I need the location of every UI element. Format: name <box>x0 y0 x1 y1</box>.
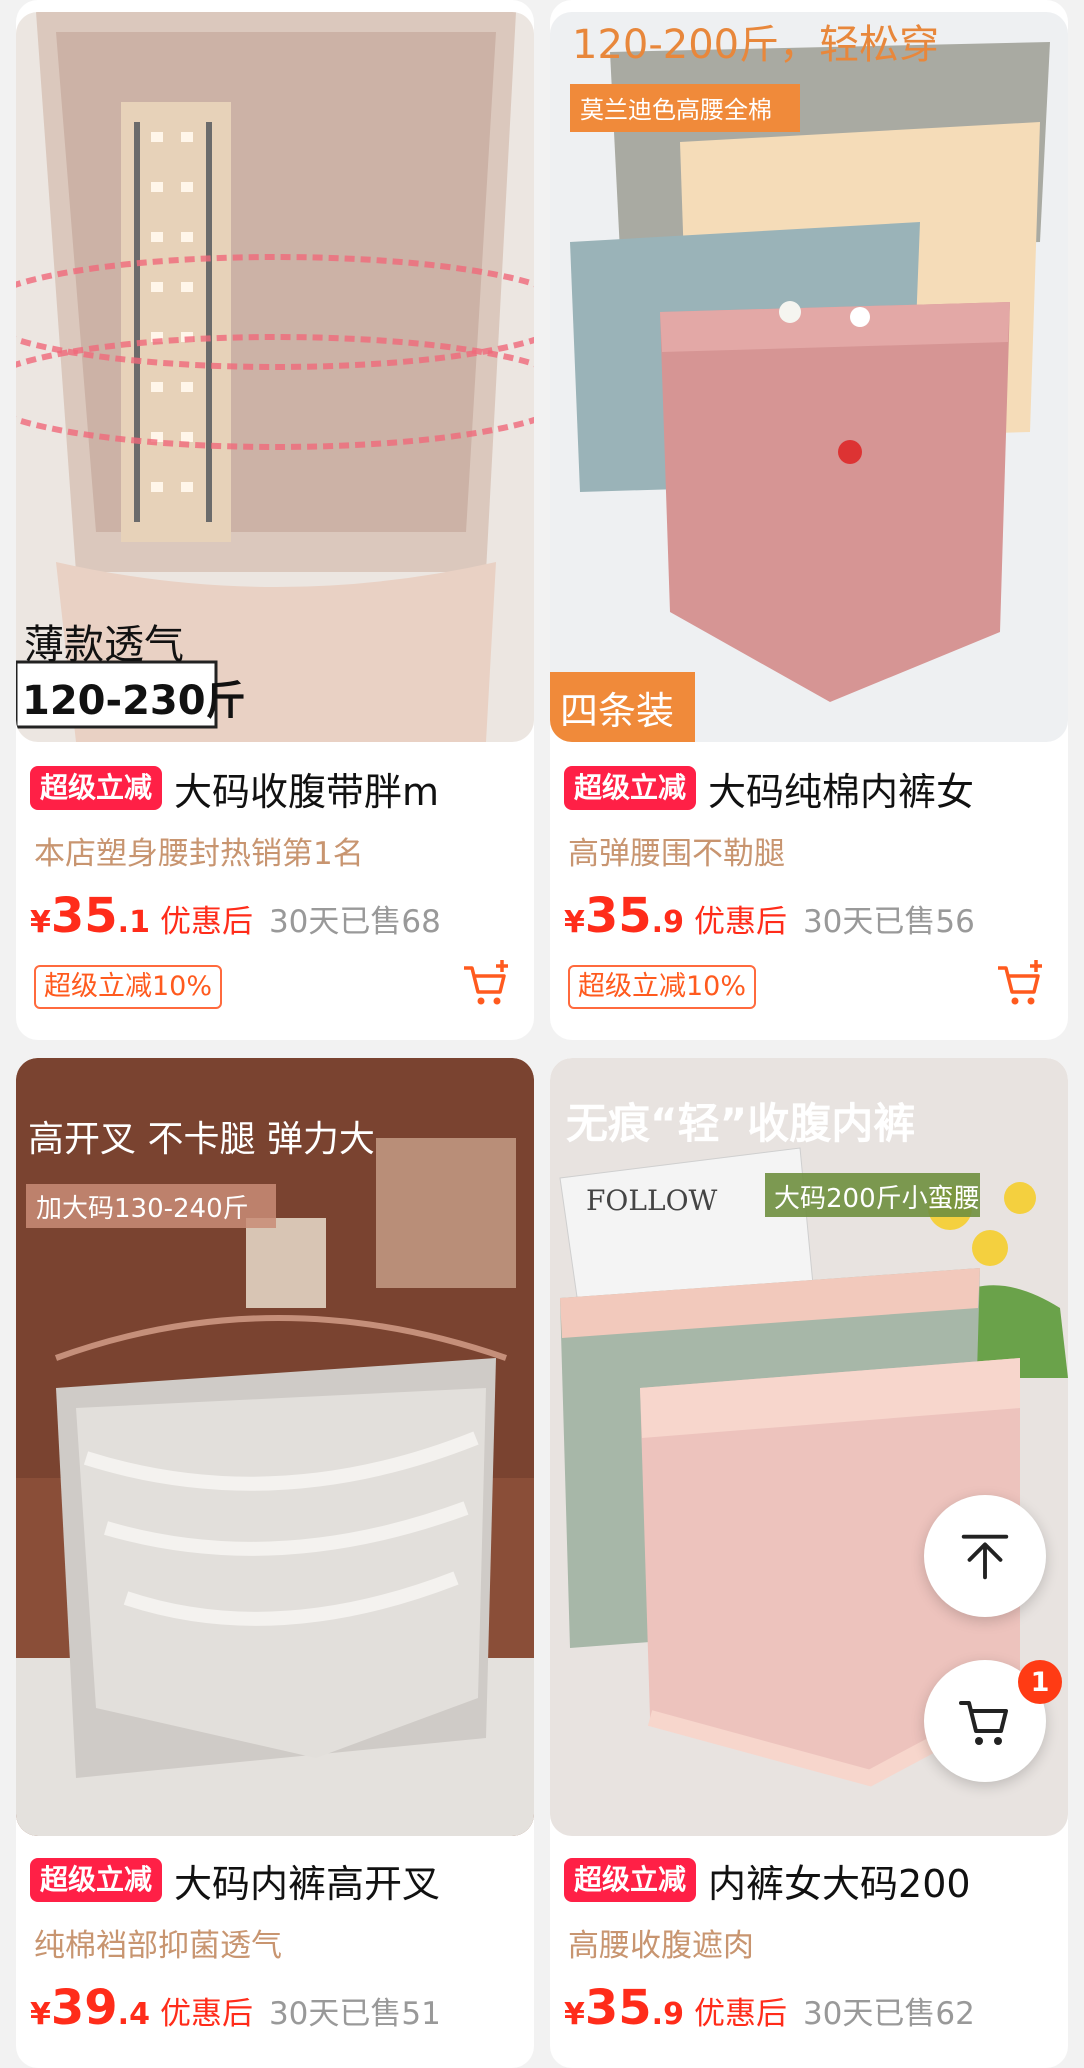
price-decimal: .9 <box>651 1997 684 2032</box>
price-integer: 39 <box>50 1980 118 2036</box>
sold-count: 30天已售68 <box>268 904 441 940</box>
price-row: ¥ 35 .1 优惠后 30天已售68 <box>30 888 441 944</box>
product-card[interactable]: 薄款透气 120-230斤 超级立减 大码收腹带胖m 本店塑身腰封热销第1名 ¥… <box>16 0 534 1040</box>
back-to-top-icon <box>961 1534 1009 1580</box>
product-title: 内裤女大码200 <box>708 1861 971 1906</box>
sold-count: 30天已售62 <box>802 1996 975 2032</box>
price-note: 优惠后 <box>159 904 253 940</box>
cart-icon <box>959 1701 1008 1745</box>
product-title-row[interactable]: 超级立减 大码内裤高开叉 <box>30 1854 440 1906</box>
price-row: ¥ 35 .9 优惠后 30天已售62 <box>564 1980 975 2036</box>
product-title-row[interactable]: 超级立减 大码收腹带胖m <box>30 762 439 814</box>
currency-symbol: ¥ <box>30 905 51 940</box>
product-card[interactable]: 120-200斤，轻松穿 莫兰迪色高腰全棉 四条装 超级立减 大码纯棉内裤女 高… <box>550 0 1068 1040</box>
discount-tag: 超级立减 <box>564 766 697 810</box>
product-title-row[interactable]: 超级立减 大码纯棉内裤女 <box>564 762 974 814</box>
product-title-row[interactable]: 超级立减 内裤女大码200 <box>564 1854 971 1906</box>
product-grid: 薄款透气 120-230斤 超级立减 大码收腹带胖m 本店塑身腰封热销第1名 ¥… <box>0 0 1084 2068</box>
discount-tag: 超级立减 <box>30 766 163 810</box>
currency-symbol: ¥ <box>564 905 585 940</box>
product-subtitle: 高腰收腹遮肉 <box>568 1928 754 1964</box>
price-decimal: .4 <box>117 1997 150 2032</box>
product-subtitle: 本店塑身腰封热销第1名 <box>34 836 364 872</box>
currency-symbol: ¥ <box>30 1997 51 2032</box>
price-decimal: .1 <box>117 905 150 940</box>
coupon-badge: 超级立减10% <box>34 965 223 1009</box>
price-note: 优惠后 <box>693 904 787 940</box>
price-note: 优惠后 <box>693 1996 787 2032</box>
coupon-badge: 超级立减10% <box>568 965 757 1009</box>
image-headline: 高开叉 不卡腿 弹力大 <box>28 1119 375 1160</box>
image-headline: 120-200斤，轻松穿 <box>572 22 940 68</box>
price-note: 优惠后 <box>159 1996 253 2032</box>
price-decimal: .9 <box>651 905 684 940</box>
product-card[interactable]: 高开叉 不卡腿 弹力大 加大码130-240斤 超级立减 大码内裤高开叉 纯棉裆… <box>16 1058 534 2068</box>
product-image[interactable]: 薄款透气 120-230斤 <box>16 12 534 742</box>
product-subtitle: 纯棉裆部抑菌透气 <box>34 1928 282 1964</box>
image-caption-1: 薄款透气 <box>24 622 184 668</box>
add-to-cart-icon[interactable] <box>994 958 1048 1012</box>
sold-count: 30天已售56 <box>802 904 975 940</box>
image-caption-2: 120-230斤 <box>22 678 246 724</box>
image-corner-label: 四条装 <box>560 689 675 733</box>
add-to-cart-icon[interactable] <box>460 958 514 1012</box>
price-row: ¥ 39 .4 优惠后 30天已售51 <box>30 1980 441 2036</box>
cart-count-badge: 1 <box>1018 1660 1062 1704</box>
product-title: 大码纯棉内裤女 <box>708 769 975 814</box>
discount-tag: 超级立减 <box>564 1858 697 1902</box>
image-headline: 无痕“轻”收腹内裤 <box>566 1099 916 1148</box>
product-image[interactable]: 120-200斤，轻松穿 莫兰迪色高腰全棉 四条装 <box>550 12 1068 742</box>
product-subtitle: 高弹腰围不勒腿 <box>568 836 785 872</box>
image-badge: 加大码130-240斤 <box>36 1194 249 1224</box>
currency-symbol: ¥ <box>564 1997 585 2032</box>
product-image[interactable]: 高开叉 不卡腿 弹力大 加大码130-240斤 <box>16 1058 534 1836</box>
sold-count: 30天已售51 <box>268 1996 441 2032</box>
discount-tag: 超级立减 <box>30 1858 163 1902</box>
image-badge: 莫兰迪色高腰全棉 <box>580 96 772 124</box>
price-integer: 35 <box>584 1980 652 2036</box>
image-badge: 大码200斤小蛮腰 <box>774 1184 980 1214</box>
price-integer: 35 <box>584 888 652 944</box>
price-integer: 35 <box>50 888 118 944</box>
product-title: 大码收腹带胖m <box>174 769 440 814</box>
book-cover-text: FOLLOW <box>586 1184 718 1217</box>
product-title: 大码内裤高开叉 <box>174 1861 441 1906</box>
price-row: ¥ 35 .9 优惠后 30天已售56 <box>564 888 975 944</box>
back-to-top-button[interactable] <box>924 1495 1046 1617</box>
